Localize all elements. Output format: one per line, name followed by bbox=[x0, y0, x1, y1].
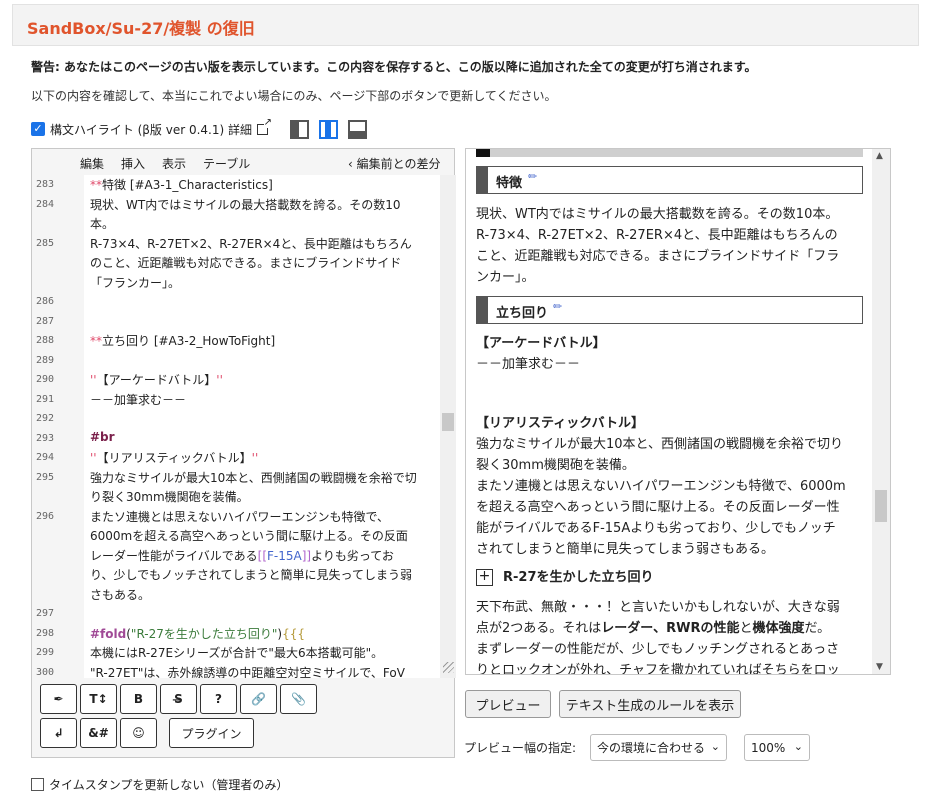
layout-split-icon[interactable] bbox=[319, 119, 338, 139]
line-number: 298 bbox=[36, 627, 55, 639]
line-number: 289 bbox=[36, 354, 55, 366]
line-number: 295 bbox=[36, 471, 55, 483]
code-line: －－加筆求む－－ bbox=[90, 392, 187, 407]
strikethrough-icon[interactable]: S̶ bbox=[160, 684, 197, 714]
external-link-icon[interactable] bbox=[257, 117, 272, 135]
previous-heading-fragment bbox=[476, 149, 863, 157]
page-title-bar: SandBox/Su-27/複製 の復旧 bbox=[12, 4, 919, 46]
heading-tactics-text: 立ち回り bbox=[496, 306, 549, 321]
line-number: 291 bbox=[36, 393, 55, 405]
code-line: のこと、近距離戦も対応できる。まさにブラインドサイド bbox=[90, 256, 402, 270]
preview-heading-tactics: 立ち回り ✏ bbox=[476, 296, 863, 324]
layout-left-icon[interactable] bbox=[290, 119, 309, 139]
code-line: レーダー性能がライバルである[[F-15A]]よりも劣ってお bbox=[90, 548, 394, 563]
code-line: **立ち回り [#A3-2_HowToFight] bbox=[90, 334, 276, 348]
line-number: 285 bbox=[36, 237, 55, 249]
preview-heading-features: 特徴 ✏ bbox=[476, 166, 863, 194]
code-line: 強力なミサイルが最大10本と、西側諸国の戦闘機を余裕で切 bbox=[90, 470, 417, 485]
line-number: 293 bbox=[36, 432, 55, 444]
code-line: 「フランカー」。 bbox=[90, 275, 181, 290]
menu-insert[interactable]: 挿入 bbox=[121, 155, 145, 172]
code-line: またソ連機とは思えないハイパワーエンジンも特徴で、 bbox=[90, 509, 390, 524]
edit-pencil-icon[interactable]: ✏ bbox=[528, 170, 537, 183]
preview-scrollbar-thumb[interactable] bbox=[875, 490, 887, 522]
line-number: 300 bbox=[36, 666, 55, 678]
editor-scrollbar[interactable] bbox=[440, 175, 456, 678]
arcade-section: 【アーケードバトル】 －－加筆求む－－ bbox=[476, 336, 606, 372]
line-number: 284 bbox=[36, 198, 55, 210]
editor-panel: 編集 挿入 表示 テーブル ‹ 編集前との差分 283 **特徴 [#A3-1_C… bbox=[31, 148, 456, 758]
line-gutter bbox=[32, 175, 84, 678]
edit-pencil-icon[interactable]: ✏ bbox=[553, 300, 562, 313]
code-line: り裂く30mm機関砲を装備。 bbox=[90, 490, 249, 504]
show-rules-button[interactable]: テキスト生成のルールを表示 bbox=[559, 690, 741, 718]
editor-menubar: 編集 挿入 表示 テーブル ‹ 編集前との差分 bbox=[32, 149, 454, 175]
code-line: "R-27ET"は、赤外線誘導の中距離空対空ミサイルで、FoV bbox=[90, 665, 405, 679]
scroll-down-icon[interactable]: ▼ bbox=[876, 662, 883, 672]
fold-title[interactable]: R-27を生かした立ち回り bbox=[503, 567, 890, 588]
code-line: 本。 bbox=[90, 217, 115, 231]
preview-button[interactable]: プレビュー bbox=[465, 690, 551, 718]
line-number: 290 bbox=[36, 374, 55, 385]
code-line: 現状、WT内ではミサイルの最大搭載数を誇る。その数10 bbox=[90, 197, 401, 212]
code-line: **特徴 [#A3-1_Characteristics] bbox=[90, 178, 273, 192]
chevron-down-icon: ⌄ bbox=[710, 740, 720, 753]
code-line: り、少しでもノッチされてしまうと簡単に見失ってしまう弱 bbox=[90, 568, 412, 582]
preview-scrollbar[interactable]: ▲ ▼ bbox=[872, 149, 890, 674]
plugin-button[interactable]: プラグイン bbox=[169, 718, 254, 748]
chevron-down-icon: ⌄ bbox=[793, 740, 803, 753]
line-number: 287 bbox=[36, 315, 55, 327]
code-line: 6000mを超える高空へあっという間に駆け上る。その反面 bbox=[90, 529, 408, 543]
editor-scrollbar-thumb[interactable] bbox=[442, 413, 454, 431]
realistic-section: 【リアリスティックバトル】 強力なミサイルが最大10本と、西側諸国の戦闘機を余裕… bbox=[476, 416, 846, 557]
code-line: ''【リアリスティックバトル】'' bbox=[90, 451, 259, 465]
old-version-warning: 警告: あなたはこのページの古い版を表示しています。この内容を保存すると、この版… bbox=[31, 60, 757, 74]
code-line: ''【アーケードバトル】'' bbox=[90, 373, 223, 387]
line-number: 296 bbox=[36, 510, 55, 522]
text-size-icon[interactable]: T↕ bbox=[80, 684, 117, 714]
syntax-highlight-checkbox[interactable]: ✓ bbox=[31, 122, 45, 136]
syntax-highlight-row: ✓ 構文ハイライト (β版 ver 0.4.1) 詳細 bbox=[31, 117, 367, 139]
line-number: 292 bbox=[36, 413, 55, 424]
features-paragraph: 現状、WT内ではミサイルの最大搭載数を誇る。その数10本。 R-73×4、R-2… bbox=[476, 207, 840, 285]
menu-edit[interactable]: 編集 bbox=[80, 155, 104, 172]
preview-width-select[interactable]: 今の環境に合わせる ⌄ bbox=[590, 734, 727, 761]
weakness-paragraph: 天下布武、無敵・・・！と言いたいかもしれないが、大きな弱 点が2つある。それはレ… bbox=[476, 600, 840, 675]
link-icon[interactable]: 🔗 bbox=[240, 684, 277, 714]
code-line: さもある。 bbox=[90, 587, 151, 602]
line-number: 288 bbox=[36, 335, 55, 346]
line-number: 283 bbox=[36, 179, 55, 190]
newline-icon[interactable]: ↲ bbox=[40, 718, 77, 748]
bold-icon[interactable]: B bbox=[120, 684, 157, 714]
line-number: 299 bbox=[36, 647, 55, 658]
syntax-highlight-label[interactable]: 構文ハイライト (β版 ver 0.4.1) 詳細 bbox=[50, 121, 252, 138]
code-line: #fold("R-27を生かした立ち回り"){{{ bbox=[90, 626, 306, 641]
page-title: SandBox/Su-27/複製 の復旧 bbox=[27, 19, 255, 38]
attach-icon[interactable]: 📎 bbox=[280, 684, 317, 714]
pen-icon[interactable]: ✒ bbox=[40, 684, 77, 714]
char-ref-icon[interactable]: &# bbox=[80, 718, 117, 748]
line-number: 297 bbox=[36, 608, 55, 619]
emoji-icon[interactable]: ☺ bbox=[120, 718, 157, 748]
zoom-select[interactable]: 100% ⌄ bbox=[744, 734, 810, 761]
help-icon[interactable]: ? bbox=[200, 684, 237, 714]
code-line: R-73×4、R-27ET×2、R-27ER×4と、長中距離はもちろん bbox=[90, 236, 412, 251]
code-line: #br bbox=[90, 429, 115, 444]
heading-features-text: 特徴 bbox=[496, 176, 523, 191]
resize-grip[interactable] bbox=[443, 662, 454, 673]
fold-expand-icon[interactable]: + bbox=[476, 569, 493, 586]
layout-bottom-icon[interactable] bbox=[348, 119, 367, 139]
preview-width-label: プレビュー幅の指定: bbox=[464, 741, 577, 755]
line-number: 294 bbox=[36, 452, 55, 463]
diff-toggle[interactable]: ‹ 編集前との差分 bbox=[348, 155, 441, 172]
menu-table[interactable]: テーブル bbox=[203, 155, 250, 172]
preview-panel: 特徴 ✏ 現状、WT内ではミサイルの最大搭載数を誇る。その数10本。 R-73×… bbox=[465, 148, 891, 675]
confirm-instructions: 以下の内容を確認して、本当にこれでよい場合にのみ、ページ下部のボタンで更新してく… bbox=[31, 89, 557, 103]
line-number: 286 bbox=[36, 296, 55, 307]
code-area[interactable]: 283 **特徴 [#A3-1_Characteristics] 284 現状、WT内… bbox=[32, 175, 440, 678]
menu-view[interactable]: 表示 bbox=[162, 155, 186, 172]
scroll-up-icon[interactable]: ▲ bbox=[876, 151, 883, 161]
code-line: 本機にはR-27Eシリーズが合計で"最大6本搭載可能"。 bbox=[90, 646, 384, 660]
